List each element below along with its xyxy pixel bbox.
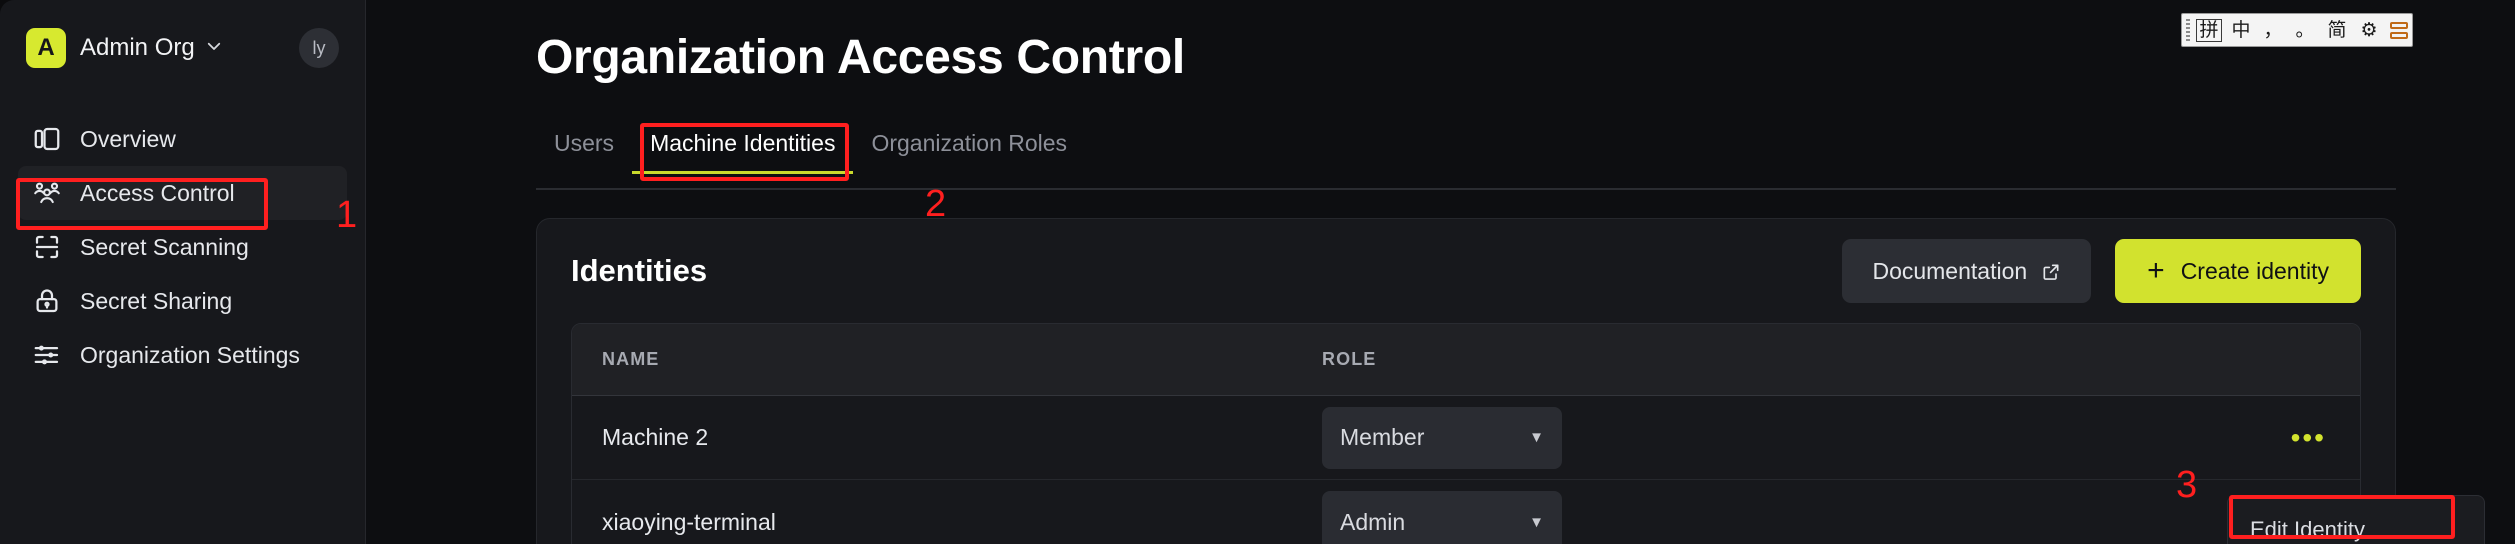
- sidebar-item-label: Secret Scanning: [80, 233, 249, 260]
- create-identity-button-label: Create identity: [2180, 257, 2329, 284]
- identities-table: NAME ROLE Machine 2 Member ▼ ••• xiaoyin…: [571, 323, 2361, 544]
- documentation-button[interactable]: Documentation: [1842, 239, 2092, 303]
- sidebar-item-secret-sharing[interactable]: Secret Sharing: [18, 274, 347, 328]
- role-select-value: Member: [1340, 424, 1425, 450]
- sidebar-item-label: Secret Sharing: [80, 287, 233, 314]
- overview-icon: [32, 124, 62, 154]
- card-header: Identities Documentation + Create identi…: [537, 219, 2395, 323]
- documentation-button-label: Documentation: [1872, 257, 2028, 284]
- table-row[interactable]: xiaoying-terminal Admin ▼ •••: [572, 480, 2360, 544]
- sidebar-header: A Admin Org ly: [0, 0, 365, 68]
- annotation-number-3: 3: [2176, 464, 2198, 506]
- column-header-name: NAME: [602, 349, 660, 369]
- lock-icon: [32, 286, 62, 316]
- ime-mode-pinyin-icon[interactable]: 拼: [2196, 18, 2222, 42]
- identities-card: Identities Documentation + Create identi…: [536, 218, 2396, 544]
- ime-period-icon[interactable]: 。: [2292, 20, 2318, 40]
- row-options-button[interactable]: •••: [2291, 423, 2326, 452]
- sidebar-item-organization-settings[interactable]: Organization Settings: [18, 328, 347, 382]
- sidebar-item-label: Overview: [80, 125, 176, 152]
- create-identity-button[interactable]: + Create identity: [2115, 239, 2361, 303]
- context-menu-edit-identity[interactable]: Edit Identity: [2228, 504, 2484, 544]
- sidebar-item-secret-scanning[interactable]: Secret Scanning: [18, 220, 347, 274]
- card-actions: Documentation + Create identity: [1842, 239, 2361, 303]
- tab-organization-roles[interactable]: Organization Roles: [853, 130, 1085, 174]
- ime-switch-icon[interactable]: [2390, 21, 2408, 39]
- annotation-number-2: 2: [925, 183, 947, 225]
- identity-role-cell: Admin ▼: [1322, 491, 2360, 544]
- chevron-down-icon: ▼: [1529, 429, 1544, 446]
- sidebar-nav: Overview Access Control Secret Scanning …: [0, 112, 365, 382]
- org-name[interactable]: Admin Org: [80, 34, 195, 62]
- tab-bar: Users Machine Identities Organization Ro…: [536, 130, 1085, 174]
- sidebar: A Admin Org ly Overview Access Control S…: [0, 0, 366, 544]
- app-window: A Admin Org ly Overview Access Control S…: [0, 0, 2515, 544]
- table-row[interactable]: Machine 2 Member ▼ •••: [572, 396, 2360, 480]
- main-content: Organization Access Control Users Machin…: [366, 0, 2515, 544]
- tab-machine-identities[interactable]: Machine Identities: [632, 130, 854, 174]
- sidebar-item-overview[interactable]: Overview: [18, 112, 347, 166]
- users-group-icon: [32, 178, 62, 208]
- identity-role-cell: Member ▼: [1322, 406, 2360, 469]
- sidebar-item-access-control[interactable]: Access Control: [18, 166, 347, 220]
- tab-users[interactable]: Users: [536, 130, 632, 174]
- annotation-number-1: 1: [336, 194, 358, 236]
- ime-chinese-toggle-icon[interactable]: 中: [2228, 20, 2254, 40]
- sliders-icon: [32, 340, 62, 370]
- ime-toolbar[interactable]: 拼 中 ， 。 简 ⚙: [2181, 13, 2413, 47]
- plus-icon: +: [2147, 254, 2165, 287]
- scan-icon: [32, 232, 62, 262]
- sidebar-item-label: Access Control: [80, 179, 235, 206]
- user-avatar[interactable]: ly: [299, 28, 339, 68]
- role-select-value: Admin: [1340, 508, 1406, 535]
- external-link-icon: [2041, 261, 2061, 281]
- role-select[interactable]: Member ▼: [1322, 406, 1562, 469]
- sidebar-item-label: Organization Settings: [80, 341, 300, 368]
- chevron-down-icon: ▼: [1529, 513, 1544, 531]
- card-title: Identities: [571, 253, 708, 288]
- identity-name: xiaoying-terminal: [602, 508, 776, 535]
- table-header-row: NAME ROLE: [572, 324, 2360, 396]
- row-context-menu: Edit Identity: [2227, 495, 2485, 544]
- ime-drag-handle[interactable]: [2186, 19, 2190, 41]
- chevron-down-icon[interactable]: [205, 37, 223, 59]
- tabs-divider: [536, 188, 2396, 190]
- identity-name: Machine 2: [602, 424, 709, 450]
- page-title: Organization Access Control: [536, 31, 1185, 84]
- ime-simplified-icon[interactable]: 简: [2324, 20, 2350, 40]
- ime-settings-gear-icon[interactable]: ⚙: [2356, 20, 2382, 40]
- org-avatar-badge: A: [26, 28, 66, 68]
- column-header-role: ROLE: [1322, 349, 1377, 369]
- ime-comma-icon[interactable]: ，: [2260, 20, 2286, 40]
- role-select[interactable]: Admin ▼: [1322, 491, 1562, 544]
